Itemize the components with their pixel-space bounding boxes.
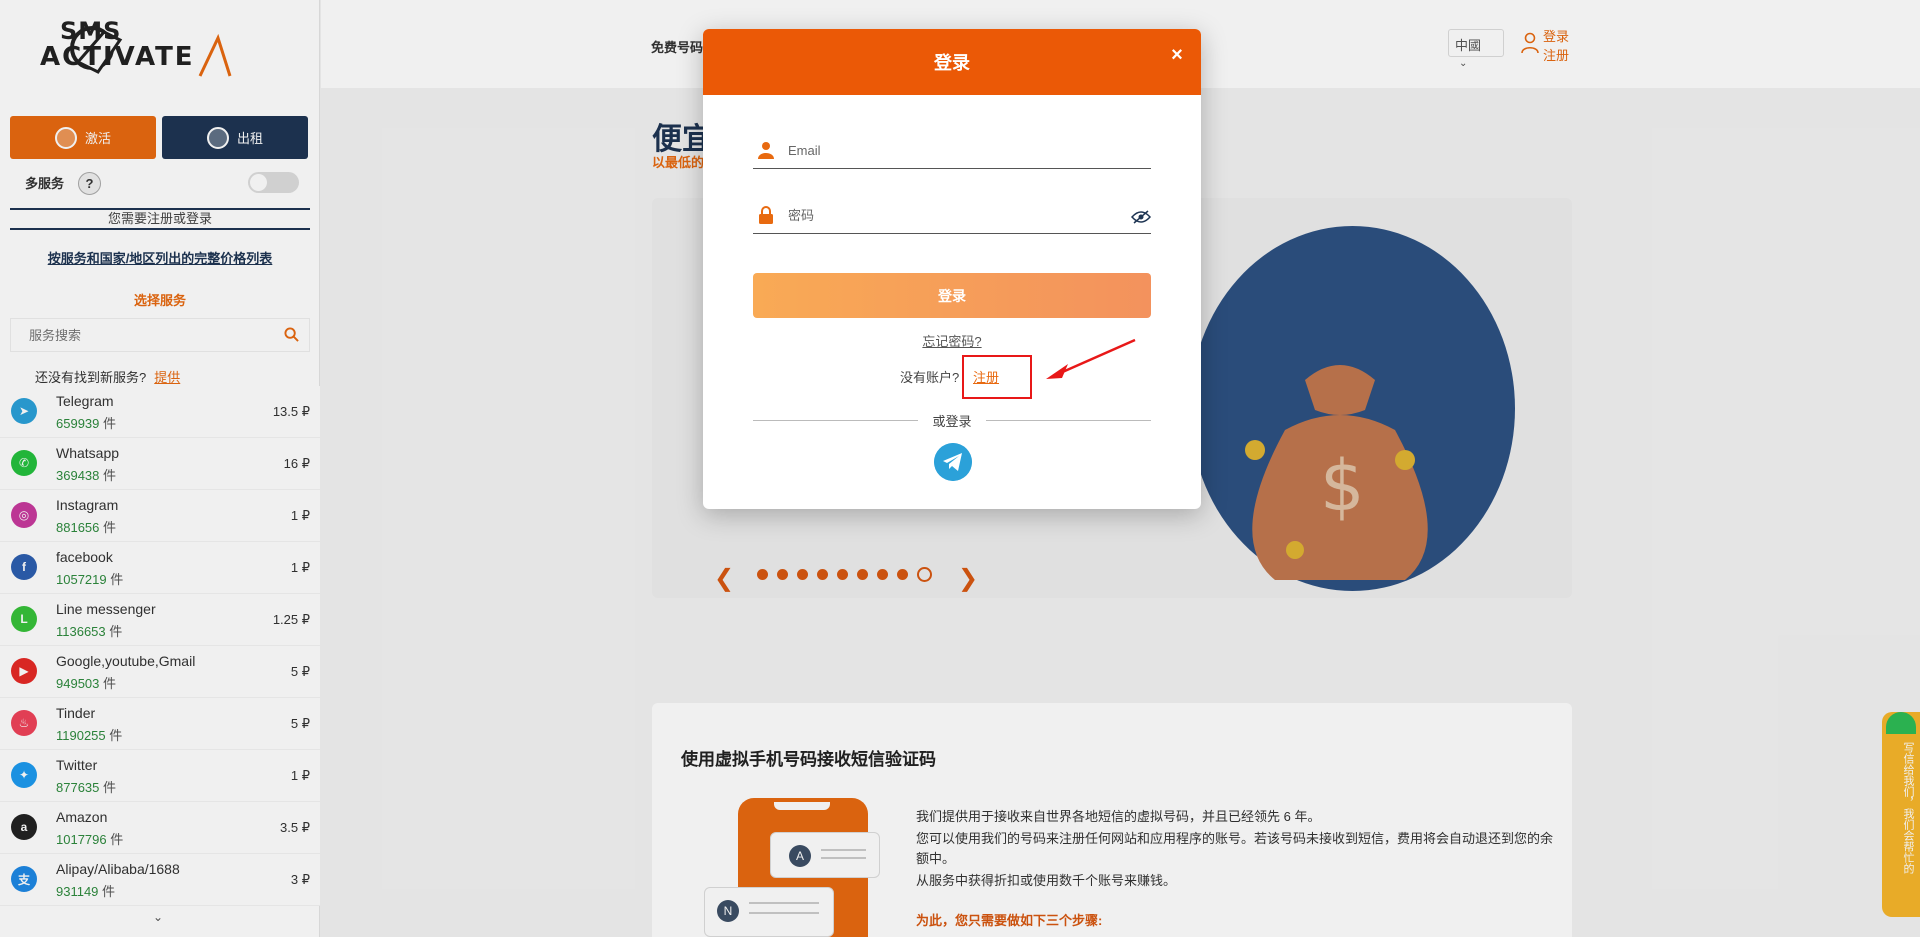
password-input[interactable] [788, 208, 1118, 223]
login-submit-button[interactable]: 登录 [753, 273, 1151, 318]
register-highlight-box [962, 355, 1032, 399]
annotation-arrow-icon [1046, 338, 1136, 379]
telegram-login-icon[interactable] [934, 443, 972, 481]
close-icon[interactable]: × [1167, 45, 1187, 65]
login-modal: 登录 × 登录 忘记密码? 没有账户? 注册 或登录 [703, 29, 1201, 509]
eye-off-icon[interactable] [1131, 210, 1151, 224]
divider-line [986, 420, 1151, 421]
modal-title: 登录 [934, 53, 970, 73]
or-login-divider: 或登录 [753, 411, 1151, 429]
email-field [753, 135, 1151, 169]
password-field [753, 200, 1151, 234]
user-icon [758, 142, 774, 159]
lock-icon [759, 206, 773, 224]
no-account-text: 没有账户? [900, 370, 960, 385]
email-input[interactable] [788, 143, 1118, 158]
modal-header: 登录 × [703, 29, 1201, 95]
